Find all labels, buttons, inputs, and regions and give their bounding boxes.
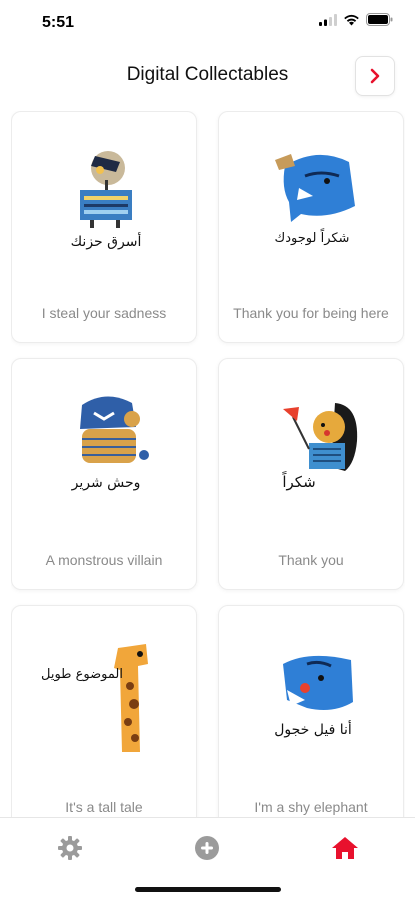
- chevron-right-icon: [370, 68, 380, 84]
- arabic-caption-text: شكراً لوجودك: [275, 228, 350, 246]
- monster-character-illustration: وحش شرير: [12, 383, 198, 513]
- arabic-caption-text: أنا فيل خجول: [274, 720, 352, 738]
- status-time: 5:51: [42, 14, 75, 31]
- arabic-caption-text: أسرق حزنك: [71, 232, 142, 250]
- next-button[interactable]: [355, 56, 395, 96]
- tab-bar: [0, 817, 415, 900]
- arabic-caption-text: شكراً: [282, 471, 316, 491]
- arabic-caption-text: الموضوع طويل: [41, 667, 123, 682]
- tab-settings[interactable]: [50, 828, 90, 868]
- collectable-card[interactable]: شكراً Thank you: [218, 358, 404, 590]
- home-indicator: [135, 887, 281, 892]
- blue-elephant-character-illustration: شكراً لوجودك: [219, 136, 405, 266]
- collectable-card[interactable]: أنا فيل خجول I'm a shy elephant: [218, 605, 404, 817]
- card-caption: A monstrous villain: [45, 552, 163, 568]
- card-caption: I'm a shy elephant: [254, 799, 368, 815]
- arabic-caption-text: وحش شرير: [71, 475, 141, 491]
- status-icons: [319, 13, 393, 26]
- home-icon: [332, 837, 358, 859]
- girl-with-flower-character-illustration: شكراً: [219, 383, 405, 513]
- gear-icon: [58, 836, 82, 860]
- card-caption: It's a tall tale: [65, 799, 143, 815]
- collectable-card[interactable]: شكراً لوجودك Thank you for being here: [218, 111, 404, 343]
- wifi-icon: [344, 14, 359, 25]
- battery-icon: [366, 13, 393, 26]
- card-caption: I steal your sadness: [41, 305, 167, 321]
- page-title: Digital Collectables: [126, 64, 289, 85]
- header: Digital Collectables: [0, 52, 415, 98]
- status-bar: 5:51: [0, 0, 415, 44]
- collectable-card[interactable]: أسرق حزنك I steal your sadness: [11, 111, 197, 343]
- tab-home[interactable]: [325, 828, 365, 868]
- cellular-signal-icon: [319, 13, 337, 26]
- collectable-card[interactable]: الموضوع طويل It's a tall tale: [11, 605, 197, 817]
- robot-character-illustration: أسرق حزنك: [12, 136, 198, 266]
- tab-add[interactable]: [187, 828, 227, 868]
- giraffe-character-illustration: الموضوع طويل: [12, 630, 198, 760]
- plus-circle-icon: [195, 836, 219, 860]
- card-caption: Thank you: [278, 552, 344, 568]
- collectable-card[interactable]: وحش شرير A monstrous villain: [11, 358, 197, 590]
- card-caption: Thank you for being here: [233, 305, 389, 321]
- shy-elephant-character-illustration: أنا فيل خجول: [219, 630, 405, 760]
- collectables-grid: أسرق حزنك I steal your sadness شكراً لوج…: [11, 111, 405, 817]
